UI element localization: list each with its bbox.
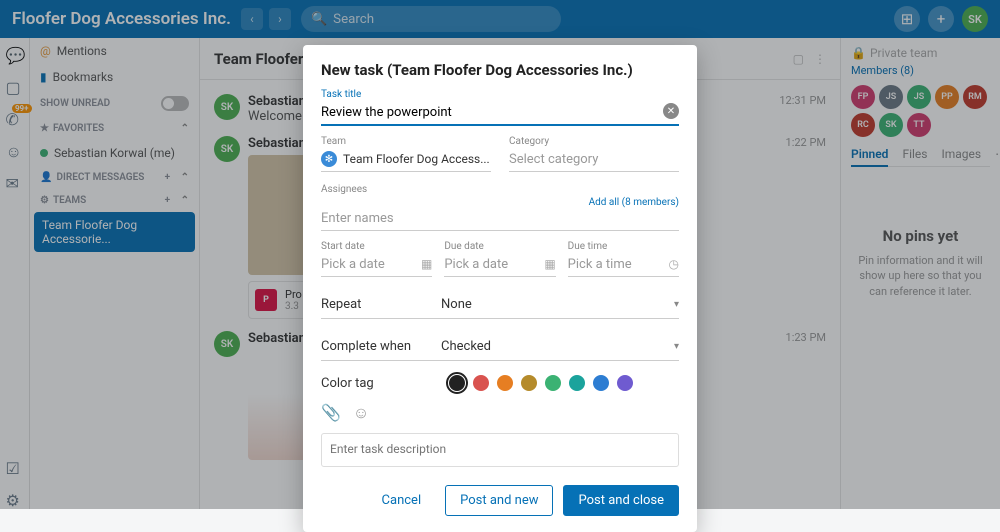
cancel-button[interactable]: Cancel — [368, 485, 436, 516]
color-tag-label: Color tag — [321, 376, 441, 391]
team-label: Team — [321, 136, 491, 147]
color-swatch[interactable] — [617, 375, 633, 391]
clock-icon[interactable]: ◷ — [669, 257, 679, 271]
task-title-input[interactable] — [321, 102, 679, 126]
due-time-input[interactable] — [568, 254, 679, 277]
chevron-down-icon: ▾ — [674, 299, 679, 310]
category-label: Category — [509, 136, 679, 147]
add-all-link[interactable]: Add all (8 members) — [589, 197, 679, 208]
complete-when-select[interactable]: Complete when Checked ▾ — [321, 333, 679, 361]
repeat-select[interactable]: Repeat None ▾ — [321, 291, 679, 319]
color-swatch[interactable] — [473, 375, 489, 391]
due-time-label: Due time — [568, 241, 679, 252]
team-icon: ✻ — [321, 151, 337, 167]
due-date-input[interactable] — [444, 254, 555, 277]
color-swatch[interactable] — [593, 375, 609, 391]
calendar-icon[interactable]: ▦ — [421, 257, 432, 271]
chevron-down-icon: ▾ — [674, 341, 679, 352]
calendar-icon[interactable]: ▦ — [544, 257, 555, 271]
category-input[interactable] — [509, 149, 679, 172]
start-date-label: Start date — [321, 241, 432, 252]
description-input[interactable] — [321, 433, 679, 467]
attach-icon[interactable]: 📎 — [321, 403, 341, 423]
color-swatch[interactable] — [497, 375, 513, 391]
color-swatch[interactable] — [521, 375, 537, 391]
modal-overlay: New task (Team Floofer Dog Accessories I… — [0, 0, 1000, 509]
clear-title-icon[interactable]: ✕ — [663, 103, 679, 119]
color-swatch[interactable] — [449, 375, 465, 391]
assignees-label: Assignees — [321, 184, 679, 195]
start-date-input[interactable] — [321, 254, 432, 277]
color-swatch[interactable] — [545, 375, 561, 391]
post-and-close-button[interactable]: Post and close — [563, 485, 679, 516]
team-select[interactable]: ✻ Team Floofer Dog Access... — [321, 149, 491, 172]
emoji-icon[interactable]: ☺ — [353, 403, 369, 423]
assignees-input[interactable] — [321, 208, 679, 231]
due-date-label: Due date — [444, 241, 555, 252]
modal-title: New task (Team Floofer Dog Accessories I… — [321, 61, 679, 79]
color-swatch[interactable] — [569, 375, 585, 391]
new-task-modal: New task (Team Floofer Dog Accessories I… — [303, 45, 697, 532]
task-title-label: Task title — [321, 89, 679, 100]
post-and-new-button[interactable]: Post and new — [445, 485, 553, 516]
